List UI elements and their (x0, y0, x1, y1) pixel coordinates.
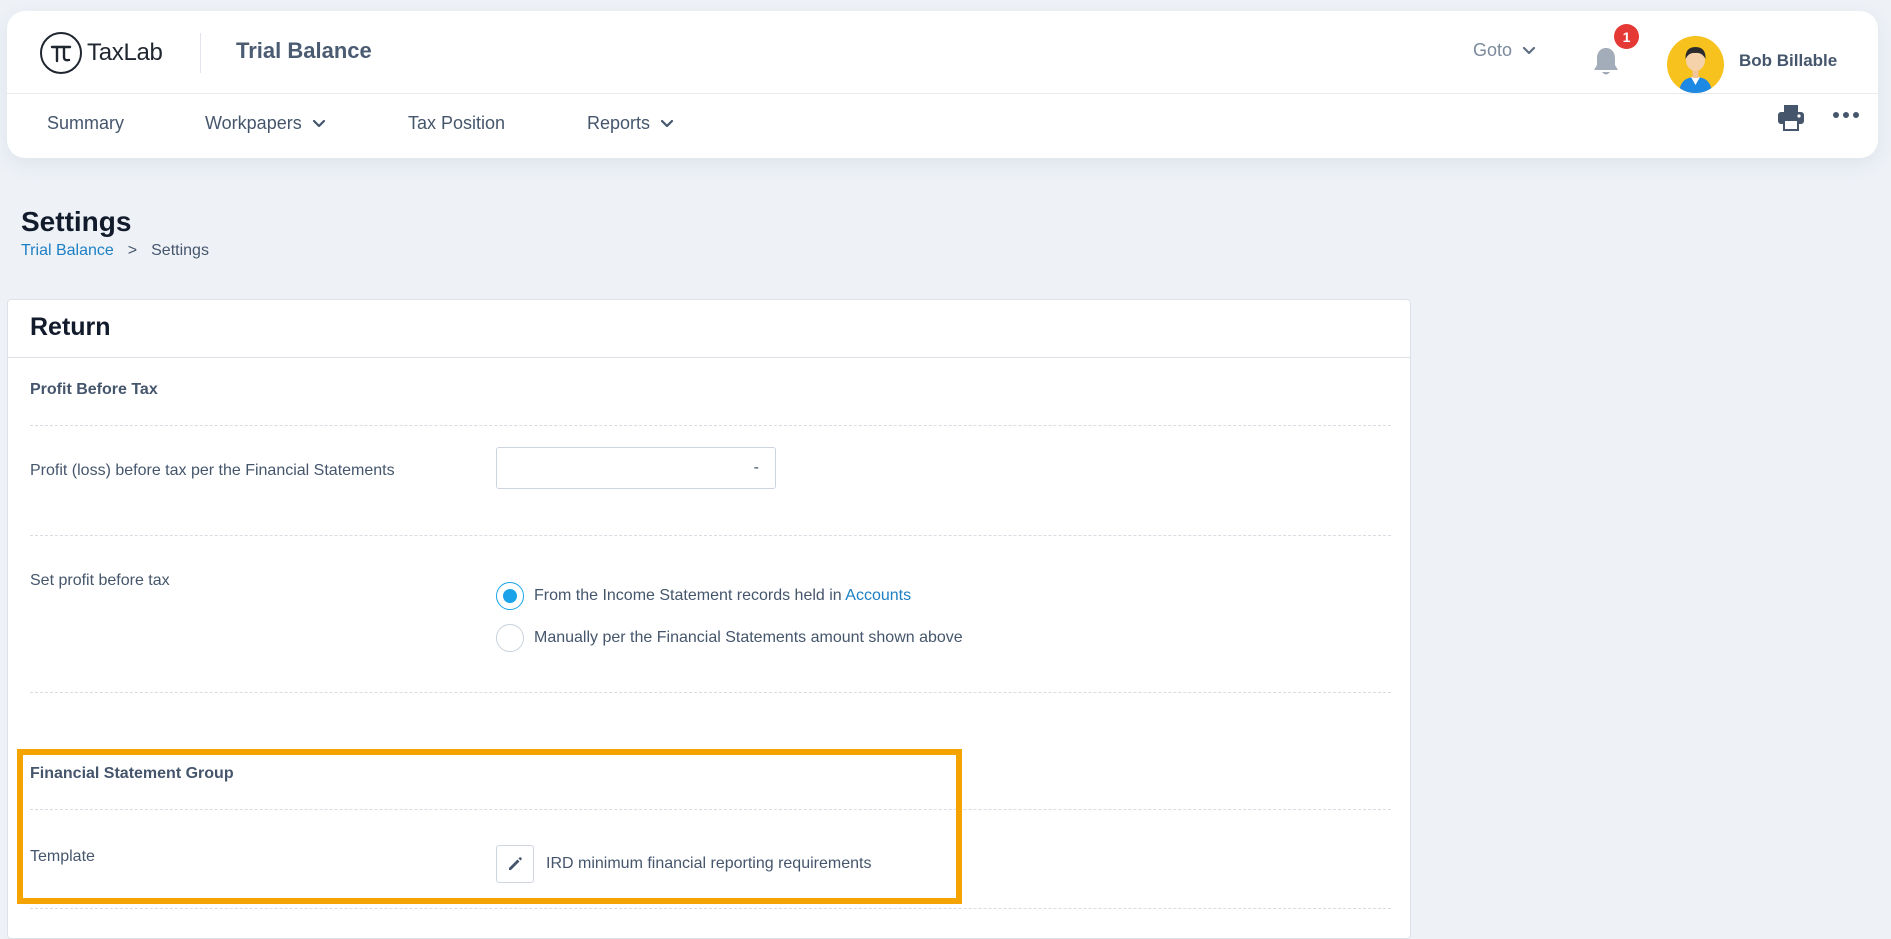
taxlab-logo-mark-icon (40, 32, 82, 74)
nav-item-label: Workpapers (205, 113, 302, 133)
top-bar: TaxLab Trial Balance Goto 1 Bob Billable (7, 11, 1878, 94)
radio-button[interactable] (496, 624, 524, 652)
goto-label: Goto (1473, 40, 1513, 60)
profit-loss-label: Profit (loss) before tax per the Financi… (30, 462, 395, 479)
title-divider (200, 33, 201, 73)
divider (30, 425, 1391, 426)
user-name[interactable]: Bob Billable (1739, 51, 1837, 71)
set-profit-before-tax-label: Set profit before tax (30, 572, 170, 589)
page-title: Settings (21, 206, 132, 237)
card-header: Return (8, 300, 1410, 358)
edit-template-button[interactable] (496, 845, 534, 883)
nav-item-label: Tax Position (408, 113, 506, 133)
return-card: Return Profit Before Tax Profit (loss) b… (7, 299, 1411, 939)
goto-dropdown[interactable]: Goto (1473, 40, 1536, 61)
chevron-down-icon (660, 119, 674, 127)
divider (30, 535, 1391, 536)
nav-item-summary[interactable]: Summary (47, 113, 124, 134)
template-value: IRD minimum financial reporting requirem… (546, 855, 872, 872)
header-card: TaxLab Trial Balance Goto 1 Bob Billable (7, 11, 1878, 158)
bell-icon[interactable] (1590, 45, 1622, 79)
breadcrumb: Trial Balance > Settings (21, 242, 209, 260)
page-name: Trial Balance (236, 38, 372, 63)
nav-item-workpapers[interactable]: Workpapers (205, 113, 326, 134)
profit-before-tax-input[interactable] (496, 447, 776, 489)
avatar[interactable] (1667, 36, 1724, 93)
main-nav: Summary Workpapers Tax Position Reports (7, 93, 1878, 158)
breadcrumb-separator: > (127, 242, 138, 259)
logo-text: TaxLab (87, 39, 163, 66)
nav-item-label: Reports (587, 113, 651, 133)
printer-icon[interactable] (1777, 103, 1805, 131)
template-label: Template (30, 848, 95, 865)
breadcrumb-current: Settings (151, 242, 209, 259)
divider (30, 692, 1391, 693)
nav-item-tax-position[interactable]: Tax Position (408, 113, 505, 134)
financial-statement-group-heading: Financial Statement Group (30, 765, 234, 782)
profit-before-tax-heading: Profit Before Tax (30, 381, 158, 398)
nav-item-label: Summary (47, 113, 125, 133)
taxlab-logo[interactable]: TaxLab (40, 31, 163, 75)
radio-option-manual[interactable]: Manually per the Financial Statements am… (496, 624, 963, 652)
divider (30, 809, 1391, 810)
chevron-down-icon (312, 119, 325, 127)
card-title: Return (30, 313, 111, 341)
breadcrumb-link-trial-balance[interactable]: Trial Balance (21, 242, 114, 260)
divider (30, 908, 1391, 909)
radio-option-label: Manually per the Financial Statements am… (534, 629, 963, 646)
pencil-icon (509, 857, 522, 870)
nav-item-reports[interactable]: Reports (587, 113, 674, 134)
radio-option-income-statement[interactable]: From the Income Statement records held i… (496, 582, 911, 610)
radio-option-label: From the Income Statement records held i… (534, 587, 912, 604)
more-options-icon[interactable] (1833, 112, 1859, 118)
radio-button-checked[interactable] (496, 582, 524, 610)
accounts-link[interactable]: Accounts (845, 587, 911, 604)
chevron-down-icon (1522, 46, 1536, 54)
notification-badge: 1 (1614, 24, 1639, 49)
